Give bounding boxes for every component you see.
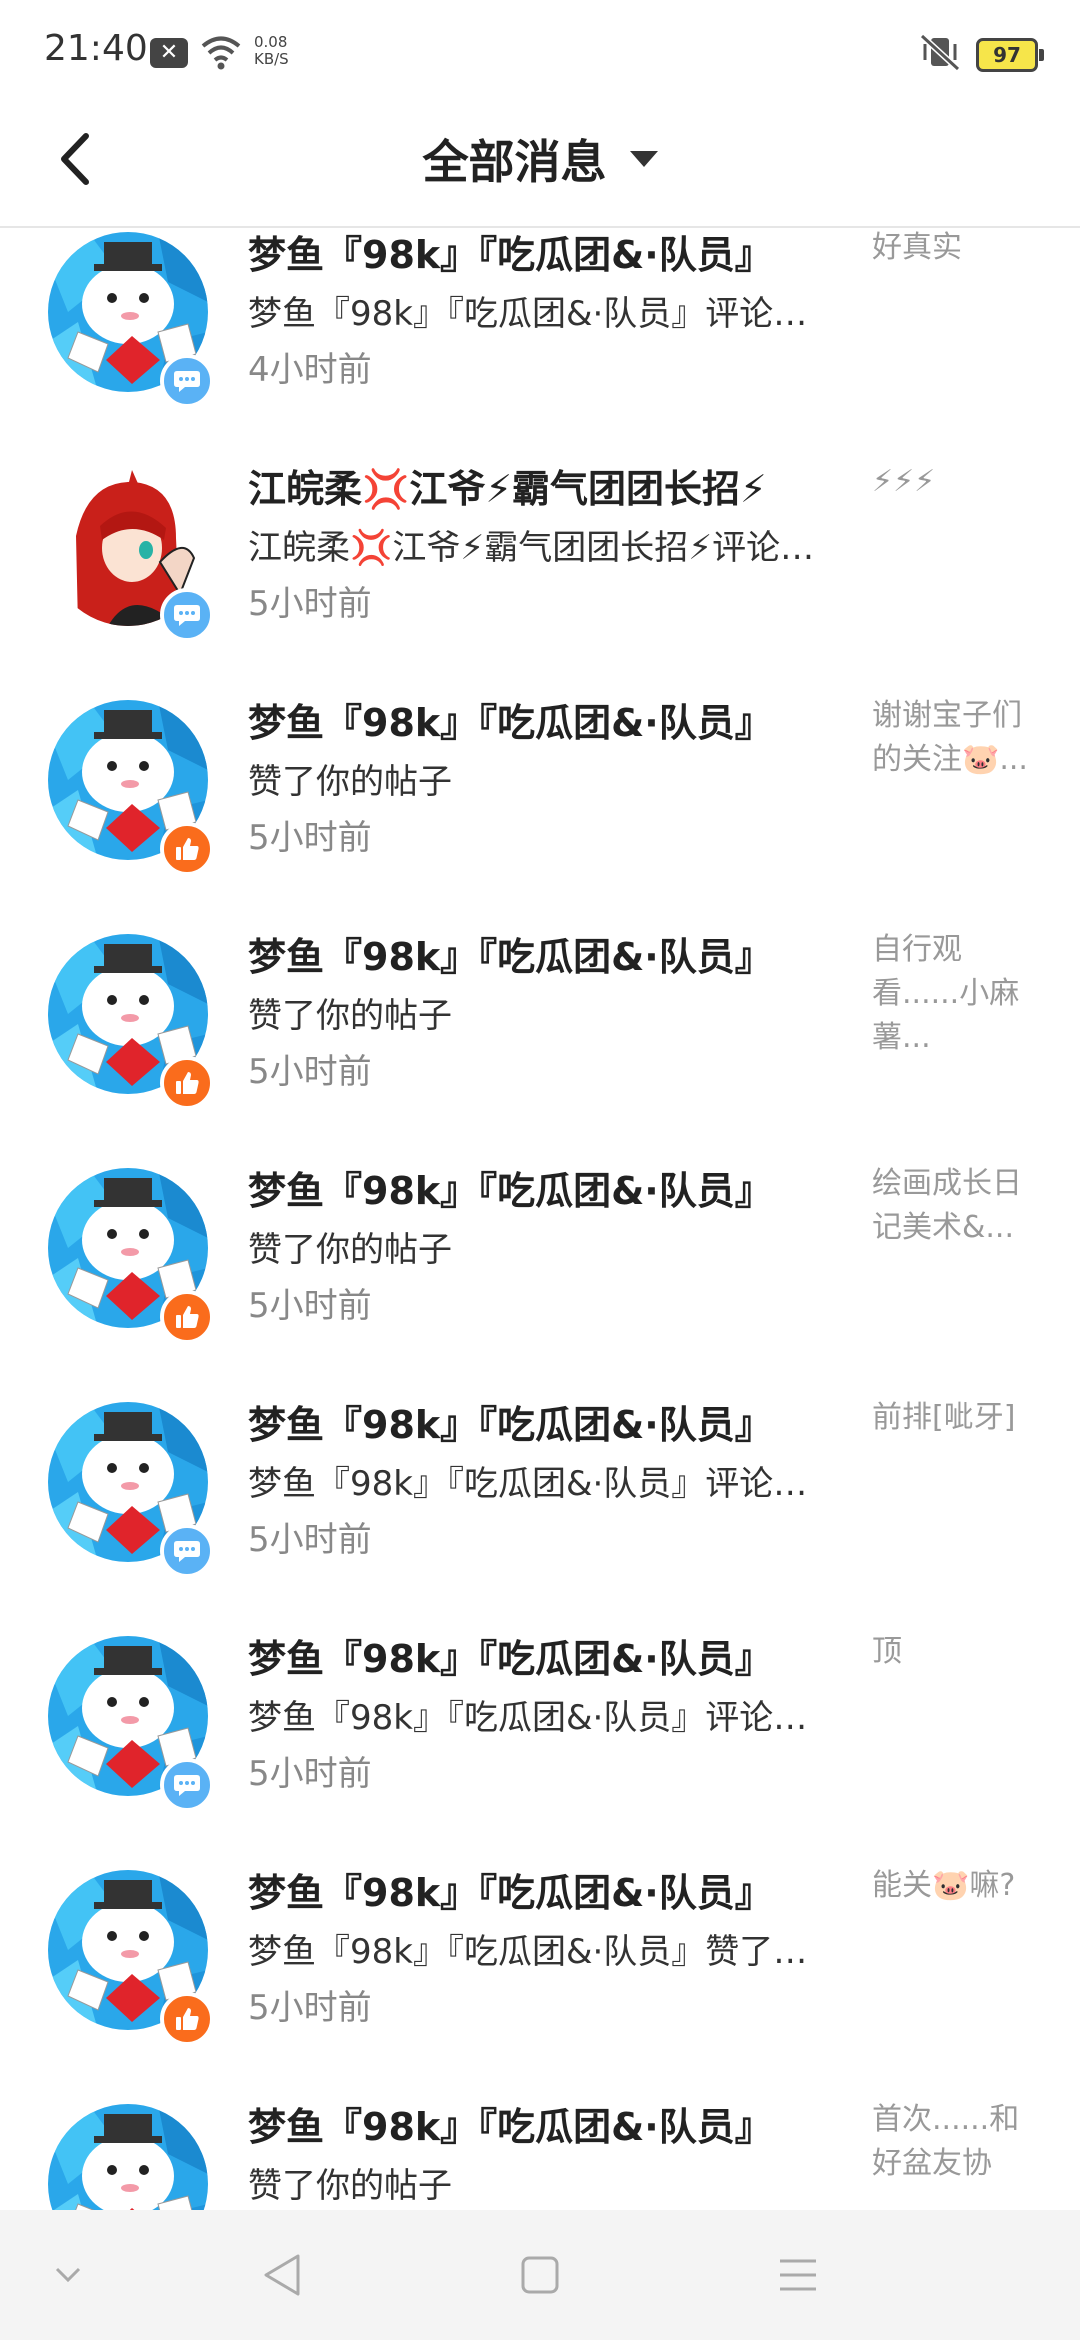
sender-name: 梦鱼『98k』『吃瓜团&·队员』 bbox=[248, 1637, 773, 1681]
thumbs-up-icon bbox=[176, 2008, 199, 2030]
header: 全部消息 bbox=[0, 100, 1080, 228]
chat-bubble-icon bbox=[174, 1541, 200, 1562]
nav-menu-button[interactable] bbox=[768, 2250, 828, 2300]
sender-name: 梦鱼『98k』『吃瓜团&·队员』 bbox=[248, 233, 773, 277]
message-action: 赞了你的帖子 bbox=[248, 1230, 452, 1270]
status-bar: 21:40 ✕ 0.08 KB/S 97 bbox=[0, 0, 1080, 100]
sender-name: 梦鱼『98k』『吃瓜团&·队员』 bbox=[248, 1403, 773, 1447]
network-speed-value: 0.08 bbox=[254, 33, 288, 51]
comment-badge bbox=[160, 1758, 214, 1812]
post-preview[interactable]: 顶 bbox=[872, 1630, 1032, 1674]
message-item[interactable]: 梦鱼『98k』『吃瓜团&·队员』 梦鱼『98k』『吃瓜团&·队员』评论了你的帖子… bbox=[0, 1612, 1080, 1846]
message-time: 5小时前 bbox=[248, 1988, 372, 2028]
message-time: 5小时前 bbox=[248, 584, 372, 624]
message-action: 赞了你的帖子 bbox=[248, 762, 452, 802]
sender-name: 梦鱼『98k』『吃瓜团&·队员』 bbox=[248, 935, 773, 979]
message-action: 江皖柔💢江爷⚡霸气团团长招⚡评论了你的帖子 bbox=[248, 528, 838, 568]
like-badge bbox=[160, 1290, 214, 1344]
post-preview[interactable]: 自行观看......小麻薯... bbox=[872, 928, 1032, 1060]
message-item[interactable]: 梦鱼『98k』『吃瓜团&·队员』 赞了你的帖子 5小时前 首次......和好盆… bbox=[0, 2080, 1080, 2210]
square-home-icon bbox=[521, 2256, 559, 2294]
message-action: 梦鱼『98k』『吃瓜团&·队员』评论了你的帖子 bbox=[248, 294, 838, 334]
wifi-icon bbox=[201, 36, 241, 70]
avatar[interactable] bbox=[48, 2104, 208, 2210]
menu-lines-icon bbox=[780, 2259, 816, 2291]
nav-back-button[interactable] bbox=[252, 2250, 312, 2300]
sender-name: 梦鱼『98k』『吃瓜团&·队员』 bbox=[248, 1871, 773, 1915]
like-badge bbox=[160, 822, 214, 876]
message-item[interactable]: 梦鱼『98k』『吃瓜团&·队员』 梦鱼『98k』『吃瓜团&·队员』评论了你的帖子… bbox=[0, 228, 1080, 442]
system-nav-bar bbox=[0, 2210, 1080, 2340]
message-action: 梦鱼『98k』『吃瓜团&·队员』评论了你的帖子 bbox=[248, 1464, 838, 1504]
message-action: 梦鱼『98k』『吃瓜团&·队员』评论了你的帖子 bbox=[248, 1698, 838, 1738]
message-time: 5小时前 bbox=[248, 818, 372, 858]
sender-name: 梦鱼『98k』『吃瓜团&·队员』 bbox=[248, 701, 773, 745]
nav-home-button[interactable] bbox=[510, 2250, 570, 2300]
thumbs-up-icon bbox=[176, 1306, 199, 1328]
notification-x-icon: ✕ bbox=[150, 38, 188, 68]
caret-down-icon bbox=[629, 151, 658, 167]
status-time: 21:40 bbox=[44, 28, 148, 69]
panda-avatar-icon bbox=[48, 2104, 208, 2210]
message-time: 4小时前 bbox=[248, 350, 372, 390]
post-preview[interactable]: ⚡⚡⚡ bbox=[872, 460, 1032, 504]
thumbs-up-icon bbox=[176, 838, 199, 860]
sender-name: 梦鱼『98k』『吃瓜团&·队员』 bbox=[248, 1169, 773, 1213]
message-item[interactable]: 梦鱼『98k』『吃瓜团&·队员』 赞了你的帖子 5小时前 绘画成长日记美术&..… bbox=[0, 1144, 1080, 1378]
post-preview[interactable]: 前排[呲牙] bbox=[872, 1396, 1032, 1440]
chevron-down-icon bbox=[55, 2267, 81, 2283]
like-badge bbox=[160, 1992, 214, 2046]
triangle-back-icon bbox=[264, 2254, 300, 2296]
title-dropdown[interactable]: 全部消息 bbox=[0, 126, 1080, 192]
message-action: 梦鱼『98k』『吃瓜团&·队员』赞了你的评论 bbox=[248, 1932, 838, 1972]
message-time: 5小时前 bbox=[248, 1052, 372, 1092]
chat-bubble-icon bbox=[174, 371, 200, 392]
network-speed-unit: KB/S bbox=[254, 50, 289, 68]
message-action: 赞了你的帖子 bbox=[248, 2166, 452, 2206]
post-preview[interactable]: 好真实 bbox=[872, 228, 1032, 270]
page-title: 全部消息 bbox=[422, 135, 607, 189]
comment-badge bbox=[160, 354, 214, 408]
battery-indicator: 97 bbox=[976, 38, 1044, 72]
message-list[interactable]: 梦鱼『98k』『吃瓜团&·队员』 梦鱼『98k』『吃瓜团&·队员』评论了你的帖子… bbox=[0, 228, 1080, 2210]
thumbs-up-icon bbox=[176, 1072, 199, 1094]
comment-badge bbox=[160, 588, 214, 642]
sender-name: 江皖柔💢江爷⚡霸气团团长招⚡ bbox=[248, 467, 767, 511]
message-time: 5小时前 bbox=[248, 1520, 372, 1560]
message-time: 5小时前 bbox=[248, 1754, 372, 1794]
message-item[interactable]: 梦鱼『98k』『吃瓜团&·队员』 梦鱼『98k』『吃瓜团&·队员』评论了你的帖子… bbox=[0, 1378, 1080, 1612]
post-preview[interactable]: 能关🐷嘛? bbox=[872, 1864, 1032, 1908]
message-action: 赞了你的帖子 bbox=[248, 996, 452, 1036]
comment-badge bbox=[160, 1524, 214, 1578]
message-item[interactable]: 江皖柔💢江爷⚡霸气团团长招⚡ 江皖柔💢江爷⚡霸气团团长招⚡评论了你的帖子 5小时… bbox=[0, 442, 1080, 676]
sender-name: 梦鱼『98k』『吃瓜团&·队员』 bbox=[248, 2105, 773, 2149]
message-time: 5小时前 bbox=[248, 1286, 372, 1326]
message-item[interactable]: 梦鱼『98k』『吃瓜团&·队员』 梦鱼『98k』『吃瓜团&·队员』赞了你的评论 … bbox=[0, 1846, 1080, 2080]
post-preview[interactable]: 谢谢宝子们的关注🐷... bbox=[872, 694, 1032, 782]
post-preview[interactable]: 首次......和好盆友协 bbox=[872, 2098, 1032, 2186]
chat-bubble-icon bbox=[174, 605, 200, 626]
nav-hide-button[interactable] bbox=[38, 2250, 98, 2300]
vibrate-mute-icon bbox=[919, 33, 961, 72]
like-badge bbox=[160, 1056, 214, 1110]
network-speed: 0.08 KB/S bbox=[254, 34, 289, 68]
message-item[interactable]: 梦鱼『98k』『吃瓜团&·队员』 赞了你的帖子 5小时前 谢谢宝子们的关注🐷..… bbox=[0, 676, 1080, 910]
message-item[interactable]: 梦鱼『98k』『吃瓜团&·队员』 赞了你的帖子 5小时前 自行观看......小… bbox=[0, 910, 1080, 1144]
chat-bubble-icon bbox=[174, 1775, 200, 1796]
post-preview[interactable]: 绘画成长日记美术&... bbox=[872, 1162, 1032, 1250]
